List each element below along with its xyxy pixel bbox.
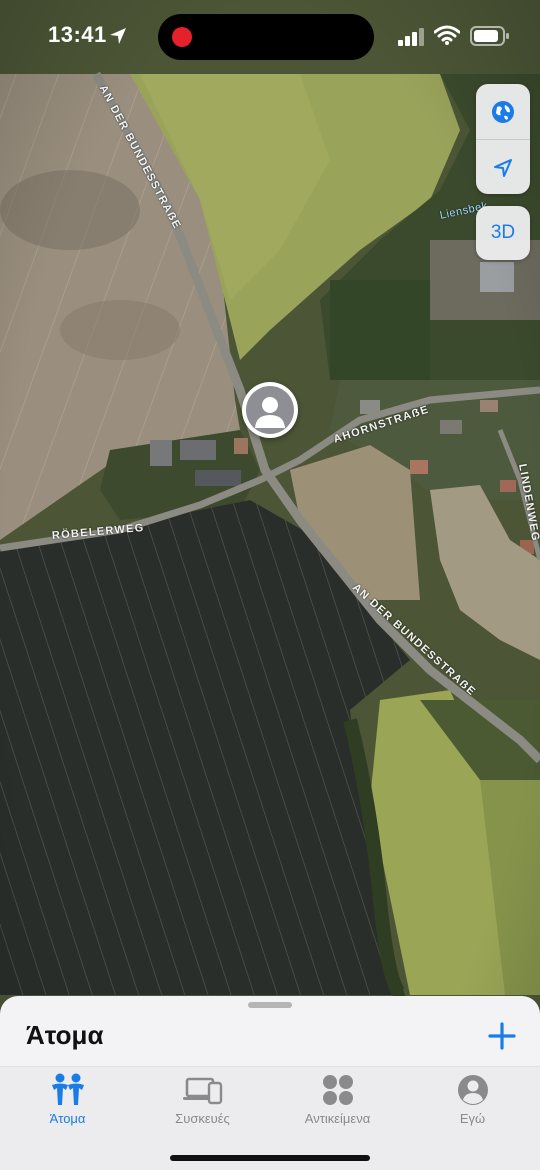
recording-indicator-icon xyxy=(172,27,192,47)
me-icon xyxy=(457,1075,488,1105)
status-bar: 13:41 xyxy=(0,0,540,74)
sheet-title: Άτομα xyxy=(26,1020,104,1050)
wifi-icon xyxy=(434,25,460,45)
location-arrow-icon xyxy=(110,28,126,44)
person-silhouette-icon xyxy=(255,397,285,428)
tab-people[interactable]: Άτομα xyxy=(0,1073,135,1135)
add-icon[interactable] xyxy=(486,1020,518,1052)
map-controls xyxy=(476,84,530,194)
satellite-map[interactable] xyxy=(0,0,540,1170)
tab-label-devices: Συσκευές xyxy=(175,1111,230,1126)
cellular-signal-icon xyxy=(398,28,424,46)
tab-label-me: Εγώ xyxy=(459,1111,486,1126)
avatar xyxy=(246,386,294,434)
locate-me-button[interactable] xyxy=(476,140,530,195)
tab-items[interactable]: Αντικείμενα xyxy=(270,1073,405,1135)
tab-devices[interactable]: Συσκευές xyxy=(135,1073,270,1135)
home-indicator[interactable] xyxy=(170,1155,370,1161)
people-icon xyxy=(51,1073,84,1105)
globe-icon xyxy=(492,100,514,123)
status-time: 13:41 xyxy=(48,22,107,47)
map-style-button[interactable] xyxy=(476,84,530,139)
toggle-3d-button[interactable]: 3D xyxy=(476,206,530,260)
dynamic-island[interactable] xyxy=(158,14,374,60)
tab-bar: Άτομα Συσκευές Αντικείμενα Εγώ xyxy=(0,1066,540,1170)
tab-label-items: Αντικείμενα xyxy=(304,1111,371,1126)
person-location-pin[interactable] xyxy=(242,382,298,438)
items-icon xyxy=(322,1075,353,1105)
devices-icon xyxy=(182,1077,222,1105)
location-arrow-outline-icon xyxy=(494,158,512,177)
bottom-sheet[interactable]: Άτομα Άτομα Συσκευές Αντικείμενα Εγώ xyxy=(0,996,540,1170)
tab-me[interactable]: Εγώ xyxy=(405,1073,540,1135)
tab-label-people: Άτομα xyxy=(49,1111,86,1126)
battery-icon xyxy=(470,26,509,46)
sheet-grabber[interactable] xyxy=(248,1002,292,1008)
